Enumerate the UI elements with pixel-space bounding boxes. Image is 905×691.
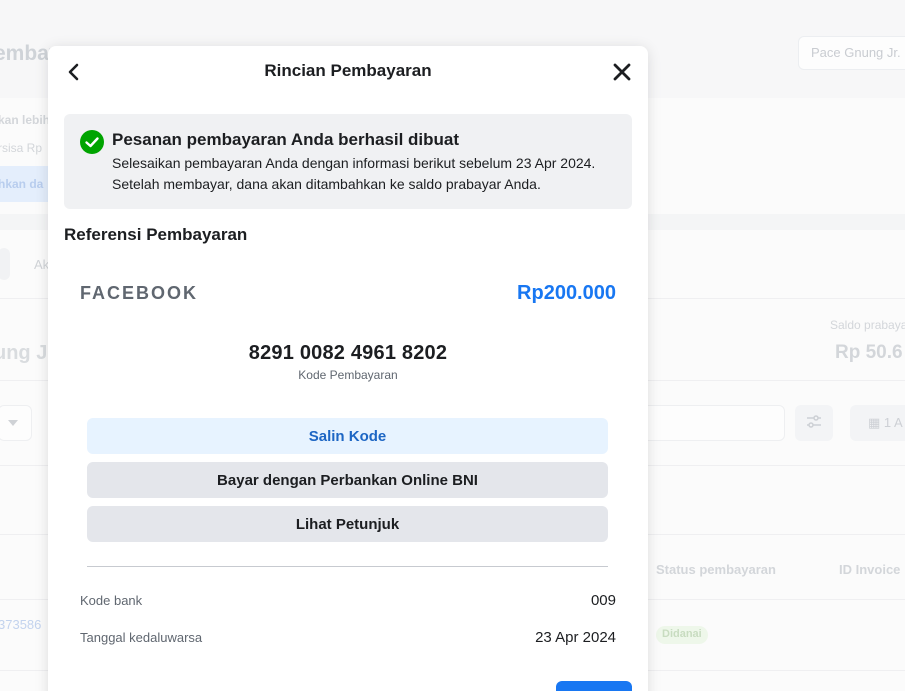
balance-label: Saldo prabayar (830, 318, 905, 332)
reference-heading: Referensi Pembayaran (64, 225, 248, 244)
success-text: Selesaikan pembayaran Anda dengan inform… (112, 155, 596, 192)
copy-code-button[interactable]: Salin Kode (87, 418, 608, 454)
section-divider (87, 566, 608, 567)
calendar-icon: ▦ (868, 415, 881, 430)
close-icon (613, 63, 631, 81)
primary-action-button[interactable] (556, 681, 632, 691)
expiry-date-value: 23 Apr 2024 (535, 629, 616, 646)
account-name: ung J (0, 342, 48, 364)
payment-amount: Rp200.000 (517, 282, 616, 304)
balance-value: Rp 50.6 (835, 342, 903, 363)
notice-button[interactable]: hkan da (0, 166, 54, 202)
pay-bni-online-button[interactable]: Bayar dengan Perbankan Online BNI (87, 462, 608, 498)
column-header-invoice: ID Invoice (839, 562, 901, 577)
status-badge: Didanai (656, 626, 708, 644)
payment-code: 8291 0082 4961 8202 (248, 342, 448, 364)
dialog-title: Rincian Pembayaran (264, 61, 432, 80)
date-filter-button[interactable]: ▦ 1 A (850, 405, 905, 441)
filter-button[interactable] (795, 405, 833, 441)
payment-code-label: Kode Pembayaran (298, 368, 398, 382)
notice-title: kan lebih (0, 113, 51, 127)
sliders-icon (807, 415, 821, 428)
success-title: Pesanan pembayaran Anda berhasil dibuat (112, 130, 460, 149)
search-input[interactable] (640, 405, 785, 441)
bank-code-label: Kode bank (80, 593, 143, 608)
expiry-date-label: Tanggal kedaluwarsa (80, 630, 203, 645)
payment-details-dialog: Rincian Pembayaran Pesanan pembayaran An… (48, 46, 648, 691)
transaction-id-link[interactable]: 373586 (0, 617, 41, 632)
account-selector[interactable]: Pace Gnung Jr. (798, 36, 905, 70)
check-circle-icon (80, 130, 104, 154)
date-filter-label: 1 A (883, 415, 903, 430)
tab-active[interactable] (0, 248, 10, 280)
view-instructions-button[interactable]: Lihat Petunjuk (87, 506, 608, 542)
notice-text: rsisa Rp (0, 141, 43, 155)
column-header-status: Status pembayaran (656, 562, 776, 577)
success-notice: Pesanan pembayaran Anda berhasil dibuat … (64, 114, 632, 209)
bank-code-value: 009 (590, 592, 616, 609)
merchant-name: FACEBOOK (80, 283, 199, 303)
tab-accounts[interactable]: Ak (34, 257, 49, 272)
close-button[interactable] (610, 60, 634, 84)
chevron-down-icon (8, 420, 18, 426)
